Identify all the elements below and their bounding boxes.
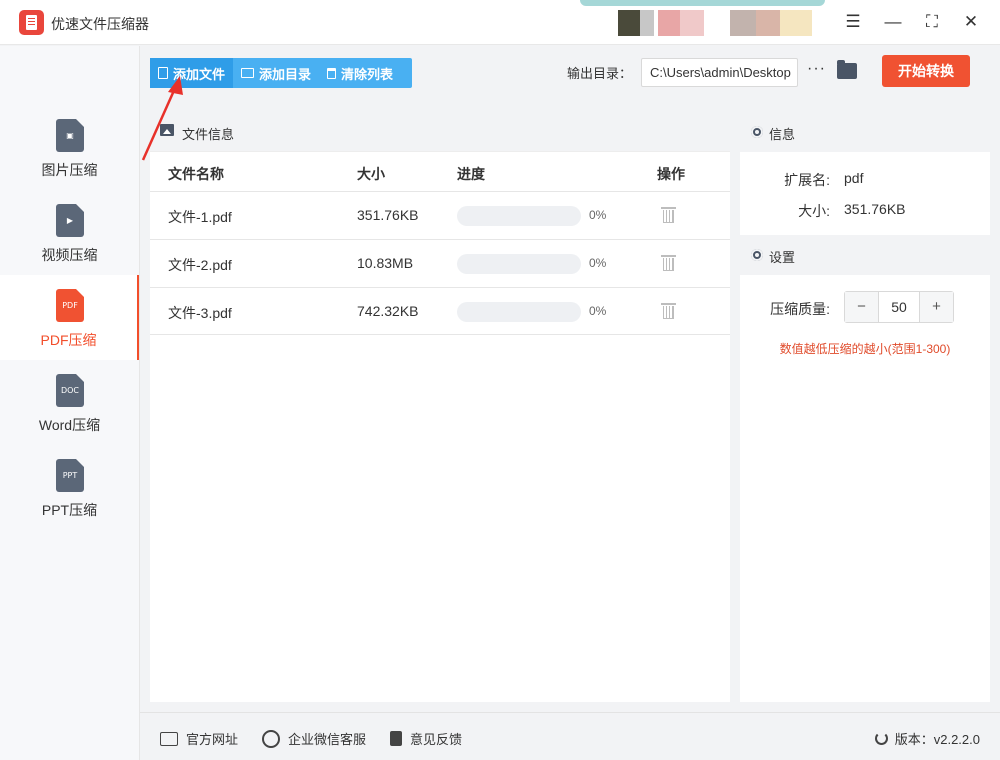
info-title: 信息	[769, 127, 796, 142]
add-file-label: 添加文件	[173, 66, 226, 82]
feedback-link[interactable]: 意见反馈	[390, 729, 462, 748]
column-header-progress: 进度	[457, 166, 485, 182]
wechat-service-link[interactable]: 企业微信客服	[262, 729, 366, 748]
title-bar: 优速文件压缩器 ☰ — ⛶ ✕	[0, 0, 1000, 45]
output-dir-field[interactable]: C:\Users\admin\Desktop	[641, 58, 798, 87]
chat-icon	[262, 729, 280, 748]
file-icon	[158, 67, 168, 79]
decorative-band	[580, 0, 825, 6]
add-folder-label: 添加目录	[259, 66, 312, 82]
app-title: 优速文件压缩器	[51, 16, 149, 32]
website-link[interactable]: 官方网址	[160, 729, 238, 748]
quality-label: 压缩质量:	[770, 301, 830, 317]
minimize-icon[interactable]: —	[882, 11, 904, 33]
image-file-icon: ▣	[56, 119, 84, 152]
side-settings-panel: 信息 扩展名: pdf 大小: 351.76KB 设置 压缩质量: − 50 +…	[740, 112, 990, 702]
file-panel-header: 文件信息	[150, 112, 730, 152]
gear-icon	[751, 249, 763, 261]
column-header-size: 大小	[357, 166, 385, 182]
clear-list-button[interactable]: 清除列表	[319, 58, 401, 88]
sidebar-item-ppt[interactable]: PPT PPT压缩	[0, 445, 139, 530]
footer: 官方网址 企业微信客服 意见反馈 版本：v2.2.2.0	[140, 712, 1000, 760]
add-file-button[interactable]: 添加文件	[150, 58, 234, 88]
file-name: 文件-3.pdf	[168, 305, 232, 321]
settings-title: 设置	[769, 250, 796, 265]
image-icon	[160, 124, 174, 136]
file-name: 文件-1.pdf	[168, 209, 232, 225]
maximize-icon[interactable]: ⛶	[921, 11, 943, 33]
trash-icon	[327, 67, 337, 79]
website-label: 官方网址	[186, 732, 239, 747]
folder-icon	[241, 68, 255, 78]
sidebar-item-label: Word压缩	[38, 417, 101, 433]
progress-percent: 0%	[589, 256, 607, 270]
file-size: 10.83MB	[357, 255, 414, 271]
sidebar-item-label: PDF压缩	[40, 332, 97, 348]
progress-percent: 0%	[589, 304, 607, 318]
progress-bar	[457, 254, 581, 274]
extension-value: pdf	[844, 170, 864, 186]
sidebar-item-label: PPT压缩	[41, 502, 98, 518]
file-list-panel: 文件信息 文件名称 大小 进度 操作 文件-1.pdf 351.76KB 0% …	[150, 112, 730, 702]
sidebar-item-pdf[interactable]: PDF PDF压缩	[0, 275, 139, 360]
wechat-label: 企业微信客服	[288, 732, 367, 747]
file-action-group: 添加文件 添加目录 清除列表	[150, 58, 412, 88]
feedback-label: 意见反馈	[410, 732, 463, 747]
size-label: 大小:	[798, 203, 830, 219]
gear-icon	[751, 126, 763, 138]
info-header: 信息	[740, 112, 990, 152]
settings-header: 设置	[740, 235, 990, 275]
version-label: 版本：v2.2.2.0	[894, 732, 980, 747]
ppt-file-icon: PPT	[56, 459, 84, 492]
close-icon[interactable]: ✕	[960, 11, 982, 33]
toolbar: 添加文件 添加目录 清除列表 输出目录： C:\Users\admin\Desk…	[140, 46, 1000, 102]
quality-stepper: − 50 +	[844, 291, 954, 323]
browser-icon	[160, 731, 178, 746]
sidebar-item-video[interactable]: ▶ 视频压缩	[0, 190, 139, 275]
column-header-action: 操作	[657, 166, 685, 182]
quality-input[interactable]: 50	[878, 292, 920, 322]
sidebar-item-label: 视频压缩	[41, 247, 98, 263]
feedback-icon	[390, 731, 402, 746]
size-value: 351.76KB	[844, 201, 906, 217]
file-size: 742.32KB	[357, 303, 419, 319]
pdf-file-icon: PDF	[56, 289, 84, 322]
progress-percent: 0%	[589, 208, 607, 222]
table-row[interactable]: 文件-1.pdf 351.76KB 0%	[150, 191, 730, 239]
sidebar-item-image[interactable]: ▣ 图片压缩	[0, 105, 139, 190]
doc-file-icon: DOC	[56, 374, 84, 407]
version-info[interactable]: 版本：v2.2.2.0	[874, 729, 980, 748]
decrease-button[interactable]: −	[845, 292, 878, 322]
increase-button[interactable]: +	[920, 292, 953, 322]
file-size: 351.76KB	[357, 207, 419, 223]
sidebar: ▣ 图片压缩 ▶ 视频压缩 PDF PDF压缩 DOC Word压缩 PPT P…	[0, 46, 140, 760]
file-panel-title: 文件信息	[182, 127, 235, 142]
delete-icon[interactable]	[661, 207, 676, 223]
progress-bar	[457, 206, 581, 226]
output-dir-label: 输出目录：	[567, 66, 633, 81]
video-file-icon: ▶	[56, 204, 84, 237]
clear-list-label: 清除列表	[341, 66, 394, 82]
sidebar-item-label: 图片压缩	[41, 162, 98, 178]
table-row[interactable]: 文件-2.pdf 10.83MB 0%	[150, 239, 730, 287]
refresh-icon	[874, 732, 888, 745]
sidebar-item-word[interactable]: DOC Word压缩	[0, 360, 139, 445]
progress-bar	[457, 302, 581, 322]
open-folder-icon[interactable]	[837, 60, 857, 79]
delete-icon[interactable]	[661, 303, 676, 319]
column-header-name: 文件名称	[168, 166, 224, 182]
menu-icon[interactable]: ☰	[842, 11, 864, 33]
add-folder-button[interactable]: 添加目录	[233, 58, 319, 88]
delete-icon[interactable]	[661, 255, 676, 271]
table-row[interactable]: 文件-3.pdf 742.32KB 0%	[150, 287, 730, 335]
user-avatar-blurred[interactable]	[618, 10, 826, 36]
quality-hint: 数值越低压缩的越小(范围1-300)	[779, 342, 951, 356]
start-convert-button[interactable]: 开始转换	[882, 55, 970, 87]
file-name: 文件-2.pdf	[168, 257, 232, 273]
extension-label: 扩展名:	[784, 172, 830, 188]
app-logo-icon	[19, 10, 44, 35]
more-options-icon[interactable]: ···	[807, 60, 826, 78]
